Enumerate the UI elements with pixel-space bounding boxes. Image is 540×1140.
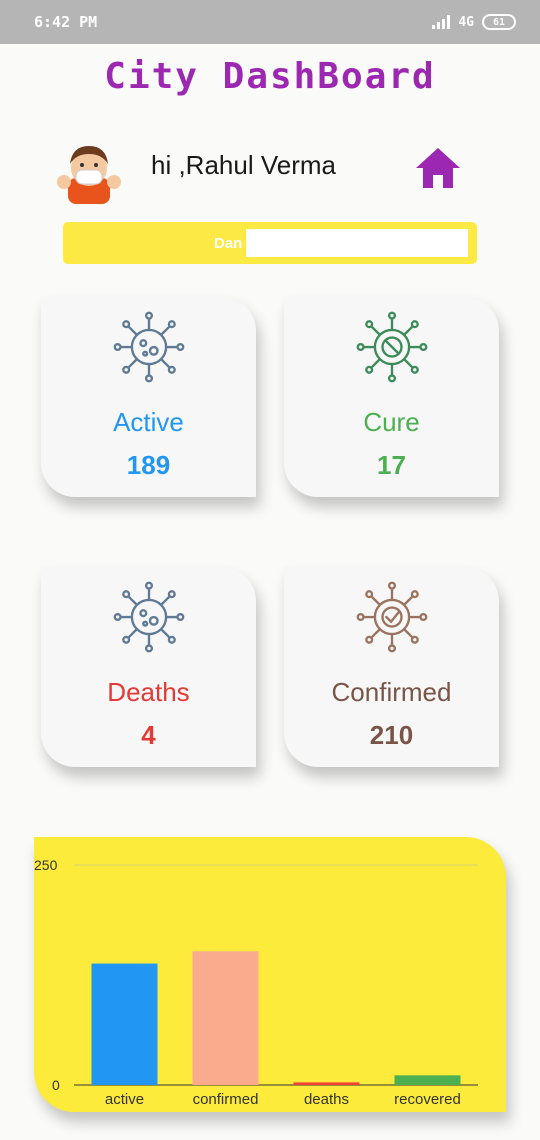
bar-chart: 250 0 active confirmed deaths recovered [34, 857, 478, 1108]
confirmed-label: Confirmed [331, 677, 452, 707]
x-tick-active: active [105, 1091, 144, 1108]
x-tick-recovered: recovered [394, 1091, 461, 1108]
x-tick-confirmed: confirmed [193, 1091, 259, 1108]
confirmed-value: 210 [369, 720, 414, 750]
active-card[interactable]: Active 189 [41, 297, 256, 497]
status-bar: 6:42 PM 4G 61 [0, 0, 540, 44]
progress-bar: Dan [63, 222, 477, 264]
confirmed-card[interactable]: Confirmed 210 [284, 567, 499, 767]
progress-label: Dan [214, 235, 243, 252]
cure-value: 17 [377, 450, 406, 480]
boy-with-mask-avatar-icon [57, 146, 121, 204]
deaths-label: Deaths [107, 677, 190, 707]
virus-icon [113, 311, 184, 383]
network-type: 4G [458, 14, 474, 30]
deaths-value: 4 [141, 720, 156, 750]
home-icon[interactable] [414, 144, 462, 192]
bar-deaths [293, 1082, 360, 1085]
virus-icon [113, 581, 184, 653]
deaths-card[interactable]: Deaths 4 [41, 567, 256, 767]
bar-recovered [394, 1075, 461, 1085]
progress-fill [246, 229, 468, 257]
y-tick-zero: 0 [52, 1077, 60, 1093]
battery-icon: 61 [482, 14, 516, 30]
cure-label: Cure [363, 407, 420, 437]
page-title: City DashBoard [104, 56, 436, 97]
cure-card[interactable]: Cure 17 [284, 297, 499, 497]
signal-icon [432, 15, 451, 29]
x-tick-deaths: deaths [304, 1091, 349, 1108]
active-value: 189 [126, 450, 171, 480]
status-time: 6:42 PM [34, 13, 98, 31]
virus-check-icon [356, 581, 427, 653]
active-label: Active [113, 407, 184, 437]
status-icons: 4G 61 [432, 14, 516, 30]
bars: active confirmed deaths recovered [91, 951, 461, 1108]
bar-active [91, 963, 158, 1085]
user-greeting: hi ,Rahul Verma [151, 150, 336, 180]
virus-crossed-icon [356, 311, 427, 383]
battery-level: 61 [492, 16, 506, 28]
y-tick-max: 250 [34, 857, 58, 873]
bar-confirmed [192, 951, 259, 1085]
chart-card: 250 0 active confirmed deaths recovered [34, 837, 506, 1112]
